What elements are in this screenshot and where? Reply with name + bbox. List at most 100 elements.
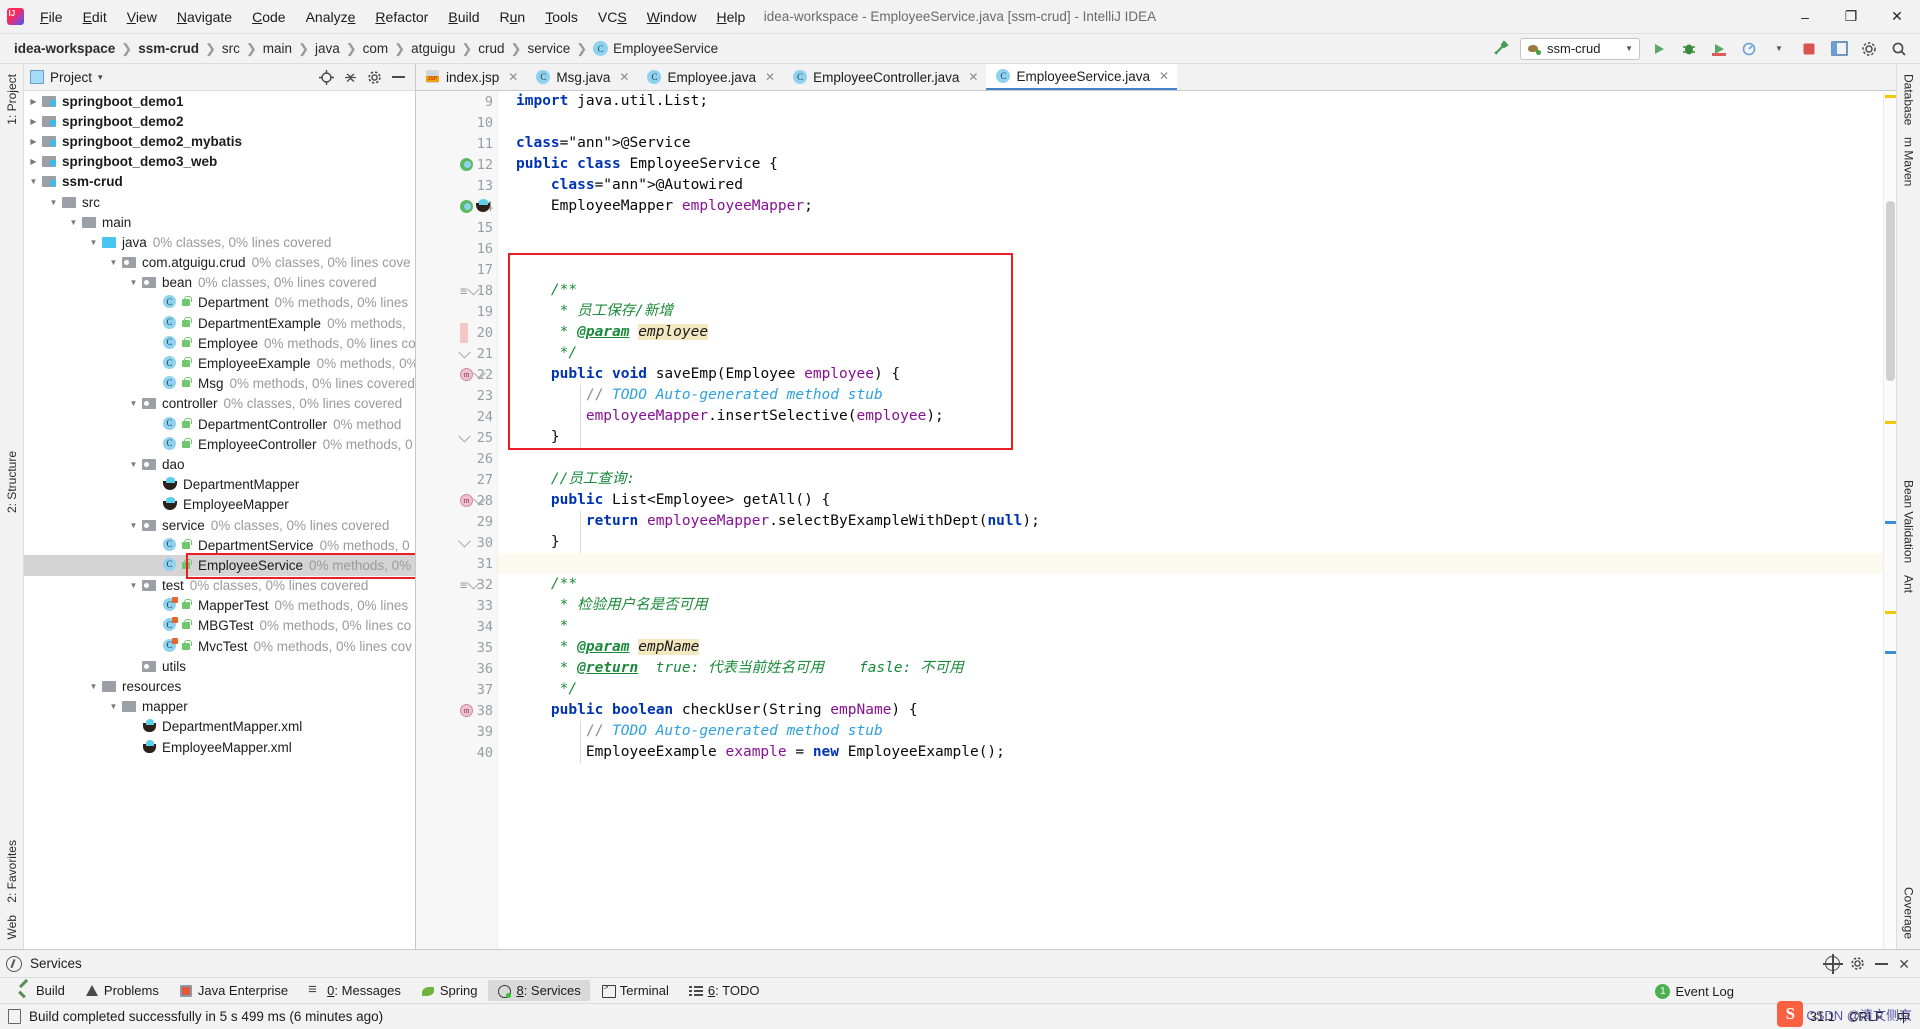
dropdown-chevron-icon[interactable]: ▼ [1768, 38, 1790, 60]
tree-node-src[interactable]: ▼ src [24, 192, 415, 212]
tree-node-test[interactable]: ▼ test 0% classes, 0% lines covered [24, 576, 415, 596]
run-configuration-selector[interactable]: ssm-crud ▼ [1520, 37, 1640, 60]
menu-item-run[interactable]: Run [490, 6, 536, 28]
tool-window-build[interactable]: Build [8, 980, 74, 1001]
code-line-24[interactable]: employeeMapper.insertSelective(employee)… [498, 406, 1883, 427]
format-paragraph-icon[interactable]: ≡ [460, 284, 467, 298]
mybatis-mapper-icon[interactable] [475, 199, 492, 214]
tree-node-springboot-demo2-mybatis[interactable]: ▶ springboot_demo2_mybatis [24, 131, 415, 151]
gear-icon[interactable] [1850, 956, 1865, 971]
tree-node-mvctest[interactable]: ▶MvcTest0% methods, 0% lines cov [24, 636, 415, 656]
tree-node-bean[interactable]: ▼ bean 0% classes, 0% lines covered [24, 273, 415, 293]
tree-node-mappertest[interactable]: ▶MapperTest0% methods, 0% lines [24, 596, 415, 616]
tree-node-departmentcontroller[interactable]: ▶DepartmentController0% method [24, 414, 415, 434]
close-tab-icon[interactable]: ✕ [968, 70, 978, 84]
gutter-line-24[interactable]: 24 [416, 406, 497, 427]
code-line-23[interactable]: // TODO Auto-generated method stub [498, 385, 1883, 406]
gutter-line-35[interactable]: 35 [416, 637, 497, 658]
code-line-32[interactable]: /** [498, 574, 1883, 595]
close-icon[interactable]: ✕ [1898, 957, 1910, 971]
tree-node-employeeexample[interactable]: ▶EmployeeExample0% methods, 0% [24, 353, 415, 373]
stop-icon[interactable] [1798, 38, 1820, 60]
gutter-line-40[interactable]: 40 [416, 742, 497, 763]
breadcrumb-segment-ssm-crud[interactable]: ssm-crud [134, 40, 203, 57]
run-with-coverage-icon[interactable] [1708, 38, 1730, 60]
change-marker[interactable] [460, 322, 468, 343]
gutter-line-12[interactable]: 12 [416, 154, 497, 175]
tool-window-bar[interactable]: Build Problems Java Enterprise 0: Messages S… [0, 977, 1920, 1003]
tree-node-java[interactable]: ▼ java 0% classes, 0% lines covered [24, 232, 415, 252]
editor-tab-employee-java[interactable]: Employee.java ✕ [637, 64, 783, 90]
editor-tab-msg-java[interactable]: Msg.java ✕ [526, 64, 637, 90]
gutter-line-30[interactable]: 30 [416, 532, 497, 553]
build-hammer-icon[interactable] [1490, 38, 1512, 60]
gutter-line-33[interactable]: 33 [416, 595, 497, 616]
code-line-29[interactable]: return employeeMapper.selectByExampleWit… [498, 511, 1883, 532]
fold-region-icon[interactable] [458, 429, 471, 443]
gutter-line-9[interactable]: 9 [416, 91, 497, 112]
tree-node-dao[interactable]: ▼ dao [24, 454, 415, 474]
menu-item-analyze[interactable]: Analyze [296, 6, 366, 28]
breadcrumb-segment-crud[interactable]: crud [474, 40, 508, 57]
maximize-button[interactable]: ❐ [1828, 0, 1874, 34]
gutter-line-13[interactable]: 13 [416, 175, 497, 196]
tool-window-8--services[interactable]: 8: Services [488, 980, 590, 1001]
chevron-right-icon[interactable]: ▶ [28, 136, 39, 147]
editor-tab-employeeservice-java[interactable]: EmployeeService.java ✕ [986, 64, 1178, 90]
code-line-21[interactable]: */ [498, 343, 1883, 364]
tree-node-springboot-demo2[interactable]: ▶ springboot_demo2 [24, 111, 415, 131]
profiler-icon[interactable] [1738, 38, 1760, 60]
chevron-down-icon[interactable]: ▼ [68, 217, 79, 228]
hide-icon[interactable] [387, 66, 409, 88]
tree-node-ssm-crud[interactable]: ▼ ssm-crud [24, 172, 415, 192]
project-tree[interactable]: ▶ springboot_demo1 ▶ springboot_demo2 ▶ sprin… [24, 91, 415, 949]
menu-item-code[interactable]: Code [242, 6, 295, 28]
gutter-line-21[interactable]: 21 [416, 343, 497, 364]
menu-item-vcs[interactable]: VCS [588, 6, 637, 28]
tool-rail-coverage[interactable]: Coverage [1900, 881, 1918, 945]
code-line-33[interactable]: * 检验用户名是否可用 [498, 595, 1883, 616]
tree-node-resources[interactable]: ▼ resources [24, 676, 415, 696]
gutter-line-25[interactable]: 25 [416, 427, 497, 448]
code-line-35[interactable]: * @param empName [498, 637, 1883, 658]
debug-icon[interactable] [1678, 38, 1700, 60]
spring-bean-icon[interactable] [460, 158, 473, 171]
code-line-27[interactable]: //员工查询: [498, 469, 1883, 490]
code-line-11[interactable]: class="ann">@Service [498, 133, 1883, 154]
gutter-line-26[interactable]: 26 [416, 448, 497, 469]
tree-node-departmentmapper-xml[interactable]: ▶DepartmentMapper.xml [24, 717, 415, 737]
tool-window-spring[interactable]: Spring [412, 980, 487, 1001]
close-button[interactable]: ✕ [1874, 0, 1920, 34]
fold-region-icon[interactable] [458, 534, 471, 548]
tool-window-problems[interactable]: Problems [76, 980, 168, 1001]
menu-item-view[interactable]: View [117, 6, 167, 28]
tool-rail-database[interactable]: Database [1900, 68, 1918, 131]
tool-window-terminal[interactable]: Terminal [592, 980, 678, 1001]
chevron-down-icon[interactable]: ▼ [128, 398, 139, 409]
editor-tab-index-jsp[interactable]: index.jsp ✕ [416, 64, 526, 90]
main-menu[interactable]: File Edit View Navigate Code Analyze Refactor B… [30, 6, 755, 28]
run-icon[interactable] [1648, 38, 1670, 60]
chevron-down-icon[interactable]: ▼ [88, 681, 99, 692]
menu-item-tools[interactable]: Tools [535, 6, 588, 28]
collapse-all-icon[interactable] [339, 66, 361, 88]
gutter-line-29[interactable]: 29 [416, 511, 497, 532]
override-method-icon[interactable]: m [460, 368, 473, 381]
tree-node-mbgtest[interactable]: ▶MBGTest0% methods, 0% lines co [24, 616, 415, 636]
code-line-19[interactable]: * 员工保存/新增 [498, 301, 1883, 322]
chevron-down-icon[interactable]: ▼ [108, 701, 119, 712]
code-line-22[interactable]: public void saveEmp(Employee employee) { [498, 364, 1883, 385]
breadcrumb-segment-com[interactable]: com [359, 40, 393, 57]
gutter-line-11[interactable]: 11 [416, 133, 497, 154]
code-line-17[interactable] [498, 259, 1883, 280]
search-everywhere-icon[interactable] [1888, 38, 1910, 60]
fold-region-icon[interactable] [473, 492, 486, 506]
gutter-line-14[interactable]: 14 [416, 196, 497, 217]
chevron-down-icon[interactable]: ▼ [88, 237, 99, 248]
code-line-39[interactable]: // TODO Auto-generated method stub [498, 721, 1883, 742]
code-line-26[interactable] [498, 448, 1883, 469]
close-tab-icon[interactable]: ✕ [765, 70, 775, 84]
menu-item-help[interactable]: Help [707, 6, 756, 28]
target-icon[interactable] [1823, 954, 1844, 974]
code-line-34[interactable]: * [498, 616, 1883, 637]
